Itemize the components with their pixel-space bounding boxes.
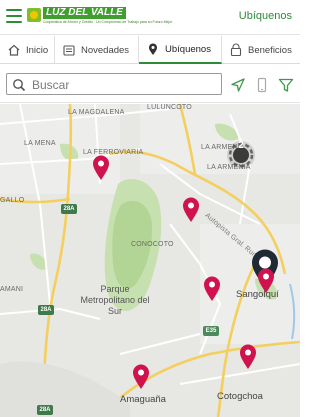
map-pin-icon [149,43,157,55]
phone-icon[interactable] [253,76,271,94]
brand-logo-mark [27,8,41,22]
route-shield-28a: 28A [61,204,77,214]
brand-logo-tagline: Cooperativa de Ahorro y Crédito · Un Com… [43,20,173,24]
route-shield-28a: 28A [38,305,54,315]
app-root: LUZ DEL VALLE Cooperativa de Ahorro y Cr… [0,0,300,417]
tab-novedades[interactable]: Novedades [55,36,139,64]
search-toolbar [0,65,300,103]
location-pin-icon[interactable] [132,364,150,390]
location-pin-icon[interactable] [239,344,257,370]
map-label-cotogchoa: Cotogchoa [217,391,263,402]
tab-ubiquenos-label: Ubíquenos [165,43,211,55]
top-header: LUZ DEL VALLE Cooperativa de Ahorro y Cr… [0,0,300,35]
nav-tabs: Inicio Novedades Ubíquenos Beneficios [0,36,300,64]
map-cluster-marker[interactable]: 2 [226,140,256,170]
location-pin-icon[interactable] [92,155,110,181]
tab-beneficios[interactable]: Beneficios [222,36,300,64]
map-label-amani: AMANI [0,286,24,293]
map-label-conocoto: CONOCOTO [131,241,174,248]
tab-inicio[interactable]: Inicio [0,36,55,64]
route-shield-e35: E35 [203,326,219,336]
brand-logo-name: LUZ DEL VALLE [43,7,126,19]
gift-icon [230,43,242,57]
page-title: Ubíquenos [238,10,292,22]
search-box [6,73,222,95]
map-label-la-mena: LA MENA [24,140,56,147]
filter-icon[interactable] [277,76,295,94]
location-pin-icon[interactable] [203,276,221,302]
home-icon [8,44,20,56]
map-view[interactable]: LA MAGDALENA LULUNCOTO LA FERROVIARIA LA… [0,104,300,417]
location-pin-icon[interactable] [257,268,275,294]
map-label-parque: Parque Metropolitano del Sur [80,284,150,316]
navigation-arrow-icon[interactable] [229,76,247,94]
search-icon [13,79,26,92]
search-input[interactable] [32,76,218,93]
cluster-count: 2 [238,140,244,151]
newspaper-icon [63,45,75,56]
tab-ubiquenos[interactable]: Ubíquenos [139,36,222,64]
map-label-la-magdalena: LA MAGDALENA [68,109,125,116]
map-label-gallo: GALLO [0,197,25,204]
brand-logo: LUZ DEL VALLE Cooperativa de Ahorro y Cr… [27,5,173,29]
route-shield-28a: 28A [37,405,53,415]
tab-beneficios-label: Beneficios [248,44,292,56]
menu-hamburger-icon[interactable] [6,9,22,23]
tab-novedades-label: Novedades [81,44,130,56]
tab-inicio-label: Inicio [26,44,49,56]
map-label-lulunconto: LULUNCOTO [147,104,192,111]
map-label-amaguana: Amaguaña [120,394,166,405]
location-pin-icon[interactable] [182,197,200,223]
